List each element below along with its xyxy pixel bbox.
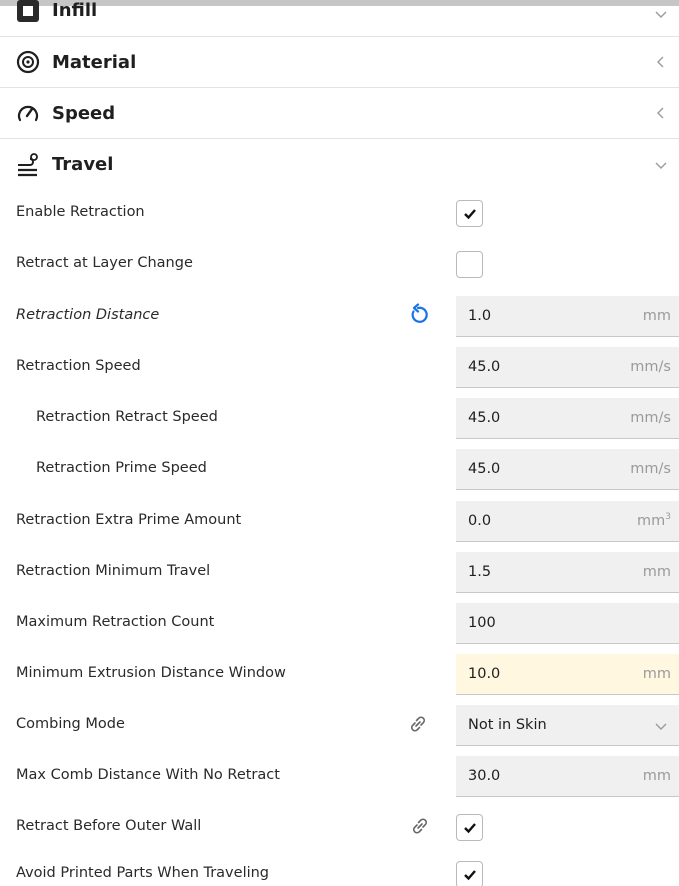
- chevron-down-icon: [655, 162, 667, 169]
- field-unit: mm: [642, 768, 671, 784]
- setting-retraction-retract-speed: Retraction Retract Speed 45.0 mm/s: [0, 392, 679, 443]
- checkmark-icon: [463, 208, 476, 219]
- setting-label: Retraction Retract Speed: [36, 409, 218, 425]
- section-title: Infill: [52, 0, 98, 21]
- field-unit: mm/s: [630, 359, 671, 375]
- enable-retraction-checkbox[interactable]: [456, 200, 483, 227]
- retraction-speed-input[interactable]: 45.0 mm/s: [456, 347, 679, 388]
- section-material-header[interactable]: Material: [0, 37, 679, 88]
- setting-retraction-distance: Retraction Distance 1.0 mm: [0, 290, 679, 341]
- setting-retract-at-layer-change: Retract at Layer Change: [0, 238, 679, 289]
- field-value: 45.0: [468, 461, 501, 477]
- retraction-minimum-travel-input[interactable]: 1.5 mm: [456, 552, 679, 593]
- setting-retraction-minimum-travel: Retraction Minimum Travel 1.5 mm: [0, 546, 679, 597]
- setting-enable-retraction: Enable Retraction: [0, 187, 679, 238]
- speed-gauge-icon: [14, 99, 42, 127]
- material-icon: [14, 48, 42, 76]
- field-unit: mm/s: [630, 410, 671, 426]
- setting-label: Retract Before Outer Wall: [16, 818, 202, 834]
- checkmark-icon: [463, 822, 476, 833]
- chevron-down-icon: [655, 11, 667, 18]
- retraction-retract-speed-input[interactable]: 45.0 mm/s: [456, 398, 679, 439]
- setting-maximum-retraction-count: Maximum Retraction Count 100: [0, 597, 679, 648]
- travel-icon: [14, 151, 42, 179]
- field-unit: mm: [642, 308, 671, 324]
- setting-label: Retraction Distance: [16, 307, 160, 323]
- field-value: 45.0: [468, 410, 501, 426]
- field-value: 10.0: [468, 666, 501, 682]
- setting-label: Retraction Minimum Travel: [16, 563, 211, 579]
- field-value: 100: [468, 615, 496, 631]
- chevron-left-icon: [657, 107, 664, 119]
- section-travel-header[interactable]: Travel: [0, 139, 679, 190]
- setting-minimum-extrusion-distance-window: Minimum Extrusion Distance Window 10.0 m…: [0, 648, 679, 699]
- setting-label: Avoid Printed Parts When Traveling: [16, 865, 270, 881]
- field-value: 1.0: [468, 308, 492, 324]
- section-infill-header[interactable]: Infill: [0, 0, 679, 37]
- chevron-down-icon: [655, 723, 667, 730]
- field-value: 0.0: [468, 513, 492, 529]
- retraction-distance-input[interactable]: 1.0 mm: [456, 296, 679, 337]
- setting-label: Retraction Extra Prime Amount: [16, 512, 242, 528]
- setting-combing-mode: Combing Mode Not in Skin: [0, 699, 679, 750]
- link-icon[interactable]: [408, 814, 432, 838]
- setting-label: Retraction Prime Speed: [36, 460, 207, 476]
- field-value: Not in Skin: [468, 717, 547, 733]
- setting-retract-before-outer-wall: Retract Before Outer Wall: [0, 801, 679, 852]
- field-value: 45.0: [468, 359, 501, 375]
- setting-label: Combing Mode: [16, 716, 125, 732]
- setting-label: Max Comb Distance With No Retract: [16, 767, 280, 783]
- link-icon[interactable]: [406, 712, 430, 736]
- setting-retraction-prime-speed: Retraction Prime Speed 45.0 mm/s: [0, 443, 679, 494]
- section-title: Travel: [52, 154, 114, 175]
- retract-before-outer-wall-checkbox[interactable]: [456, 814, 483, 841]
- setting-avoid-printed-parts: Avoid Printed Parts When Traveling: [0, 848, 679, 886]
- field-value: 1.5: [468, 564, 492, 580]
- setting-retraction-speed: Retraction Speed 45.0 mm/s: [0, 341, 679, 392]
- section-speed-header[interactable]: Speed: [0, 88, 679, 139]
- chevron-left-icon: [657, 56, 664, 68]
- field-unit: mm: [642, 564, 671, 580]
- section-title: Speed: [52, 102, 116, 124]
- field-unit: mm/s: [630, 461, 671, 477]
- unit-exponent: 3: [665, 512, 671, 523]
- retract-at-layer-change-checkbox[interactable]: [456, 251, 483, 278]
- field-unit: mm3: [637, 501, 671, 542]
- maximum-retraction-count-input[interactable]: 100: [456, 603, 679, 644]
- infill-icon: [14, 0, 42, 25]
- setting-retraction-extra-prime-amount: Retraction Extra Prime Amount 0.0 mm3: [0, 495, 679, 546]
- retraction-extra-prime-amount-input[interactable]: 0.0 mm3: [456, 501, 679, 542]
- combing-mode-select[interactable]: Not in Skin: [456, 705, 679, 746]
- field-value: 30.0: [468, 768, 501, 784]
- minimum-extrusion-distance-window-input[interactable]: 10.0 mm: [456, 654, 679, 695]
- avoid-printed-parts-checkbox[interactable]: [456, 861, 483, 886]
- section-title: Material: [52, 51, 137, 73]
- setting-label: Minimum Extrusion Distance Window: [16, 665, 286, 681]
- setting-label: Retraction Speed: [16, 358, 141, 374]
- field-unit: mm: [642, 666, 671, 682]
- setting-max-comb-distance: Max Comb Distance With No Retract 30.0 m…: [0, 750, 679, 801]
- setting-label: Maximum Retraction Count: [16, 614, 215, 630]
- setting-label: Enable Retraction: [16, 204, 145, 220]
- reset-icon[interactable]: [406, 303, 430, 327]
- unit-base: mm: [637, 513, 666, 529]
- checkmark-icon: [463, 869, 476, 880]
- setting-label: Retract at Layer Change: [16, 255, 193, 271]
- retraction-prime-speed-input[interactable]: 45.0 mm/s: [456, 449, 679, 490]
- max-comb-distance-input[interactable]: 30.0 mm: [456, 756, 679, 797]
